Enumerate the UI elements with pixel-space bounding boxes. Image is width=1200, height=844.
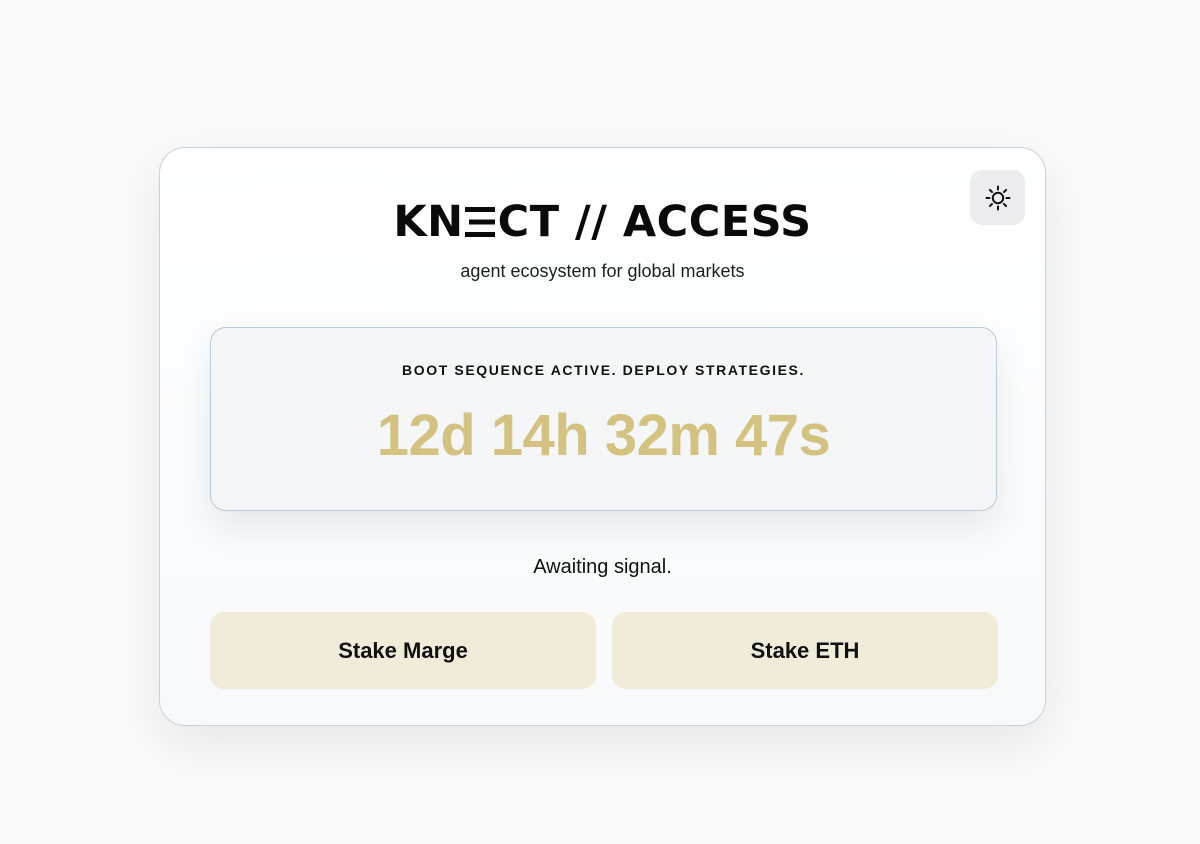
countdown-panel: BOOT SEQUENCE ACTIVE. DEPLOY STRATEGIES.…: [210, 327, 997, 511]
logo-e-glyph-icon: [464, 207, 495, 237]
status-text: Awaiting signal.: [533, 556, 672, 578]
countdown-label: BOOT SEQUENCE ACTIVE. DEPLOY STRATEGIES.: [402, 362, 805, 378]
tagline: agent ecosystem for global markets: [460, 261, 745, 281]
logo-text-left: KN: [393, 197, 464, 247]
logo: KN CT // ACCESS: [160, 196, 1045, 248]
access-card: KN CT // ACCESS agent ecosystem for glob…: [159, 147, 1046, 726]
logo-text-right: CT // ACCESS: [497, 197, 812, 247]
countdown-value: 12d 14h 32m 47s: [376, 403, 831, 468]
stake-marge-button[interactable]: Stake Marge: [210, 612, 596, 689]
stake-eth-button[interactable]: Stake ETH: [612, 612, 998, 689]
